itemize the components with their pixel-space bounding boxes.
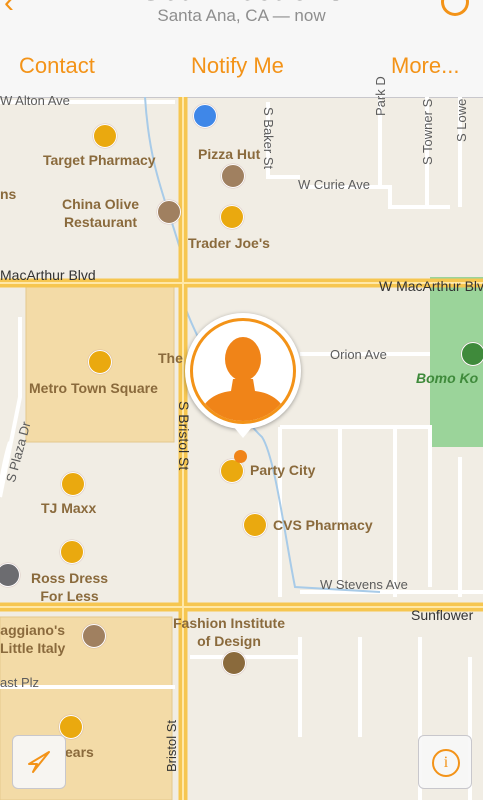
street-label-macarthur-right: W MacArthur Blvd [379,278,483,294]
shopping-bag-icon[interactable] [60,540,84,564]
poi-metro-town-square[interactable]: Metro Town Square [29,379,158,397]
location-arrow-icon [28,751,50,773]
grocery-basket-icon[interactable] [220,205,244,229]
user-avatar[interactable] [185,313,301,429]
shopping-bag-icon[interactable] [93,124,117,148]
street-label-lowe: S Lowe [454,98,469,142]
poi-target-pharmacy[interactable]: Target Pharmacy [43,151,156,169]
graduation-cap-icon[interactable] [222,651,246,675]
park-label[interactable]: Bomo Ko [416,370,478,386]
street-label-park: Park D [373,76,388,116]
person-silhouette-icon [197,337,289,421]
street-label-curie: W Curie Ave [298,177,371,192]
street-label-macarthur-left: MacArthur Blvd [0,267,96,283]
street-label-baker: S Baker St [261,107,276,170]
poi-pizza-hut[interactable]: Pizza Hut [198,145,260,163]
location-dot [234,450,247,463]
street-label-bristol-south: Bristol St [164,719,179,772]
location-subtitle: Santa Ana, CA — now [157,6,326,25]
action-toolbar: Contact Notify Me More... [0,35,483,98]
street-label-orion: Orion Ave [330,347,387,362]
street-label-alton: W Alton Ave [0,93,70,108]
info-icon: i [432,749,460,777]
gas-station-icon[interactable] [193,104,217,128]
poi-maggianos[interactable]: aggiano's Little Italy [0,621,65,657]
poi-party-city[interactable]: Party City [250,461,315,479]
restaurant-icon[interactable] [221,164,245,188]
poi-fashion-institute[interactable]: Fashion Institute of Design [173,614,285,650]
street-label-plz: ast Plz [0,675,40,690]
poi-china-olive[interactable]: China Olive Restaurant [62,195,139,231]
tree-icon [461,342,483,366]
shopping-bag-icon[interactable] [88,350,112,374]
street-label-bristol: S Bristol St [176,401,192,471]
street-label-towner: S Towner S [420,98,435,165]
poi-ross[interactable]: Ross Dress For Less [31,569,108,605]
poi-tj-maxx[interactable]: TJ Maxx [41,499,96,517]
info-button[interactable]: i [418,735,472,789]
shopping-bag-icon[interactable] [243,513,267,537]
avatar-pointer [233,426,253,438]
restaurant-icon[interactable] [157,200,181,224]
poi-ears: ears [65,744,94,760]
location-arrow-button[interactable] [12,735,66,789]
restaurant-icon[interactable] [82,624,106,648]
poi-cvs-pharmacy[interactable]: CVS Pharmacy [273,516,373,534]
street-label-stevens: W Stevens Ave [320,577,408,592]
shopping-bag-icon[interactable] [61,472,85,496]
navigation-header: ‹ Get Directions Santa Ana, CA — now [0,0,483,35]
notify-me-button[interactable]: Notify Me [191,53,284,79]
poi-trader-joes[interactable]: Trader Joe's [188,234,270,252]
more-button[interactable]: More... [391,53,459,79]
poi-the: The [158,350,183,366]
map-view[interactable]: W Alton Ave S Baker St Park D S Towner S… [0,76,483,800]
avatar-ring [190,318,296,424]
street-label-sunflower: Sunflower [411,607,474,623]
poi-ns: ns [0,186,17,202]
contact-button[interactable]: Contact [19,53,95,79]
